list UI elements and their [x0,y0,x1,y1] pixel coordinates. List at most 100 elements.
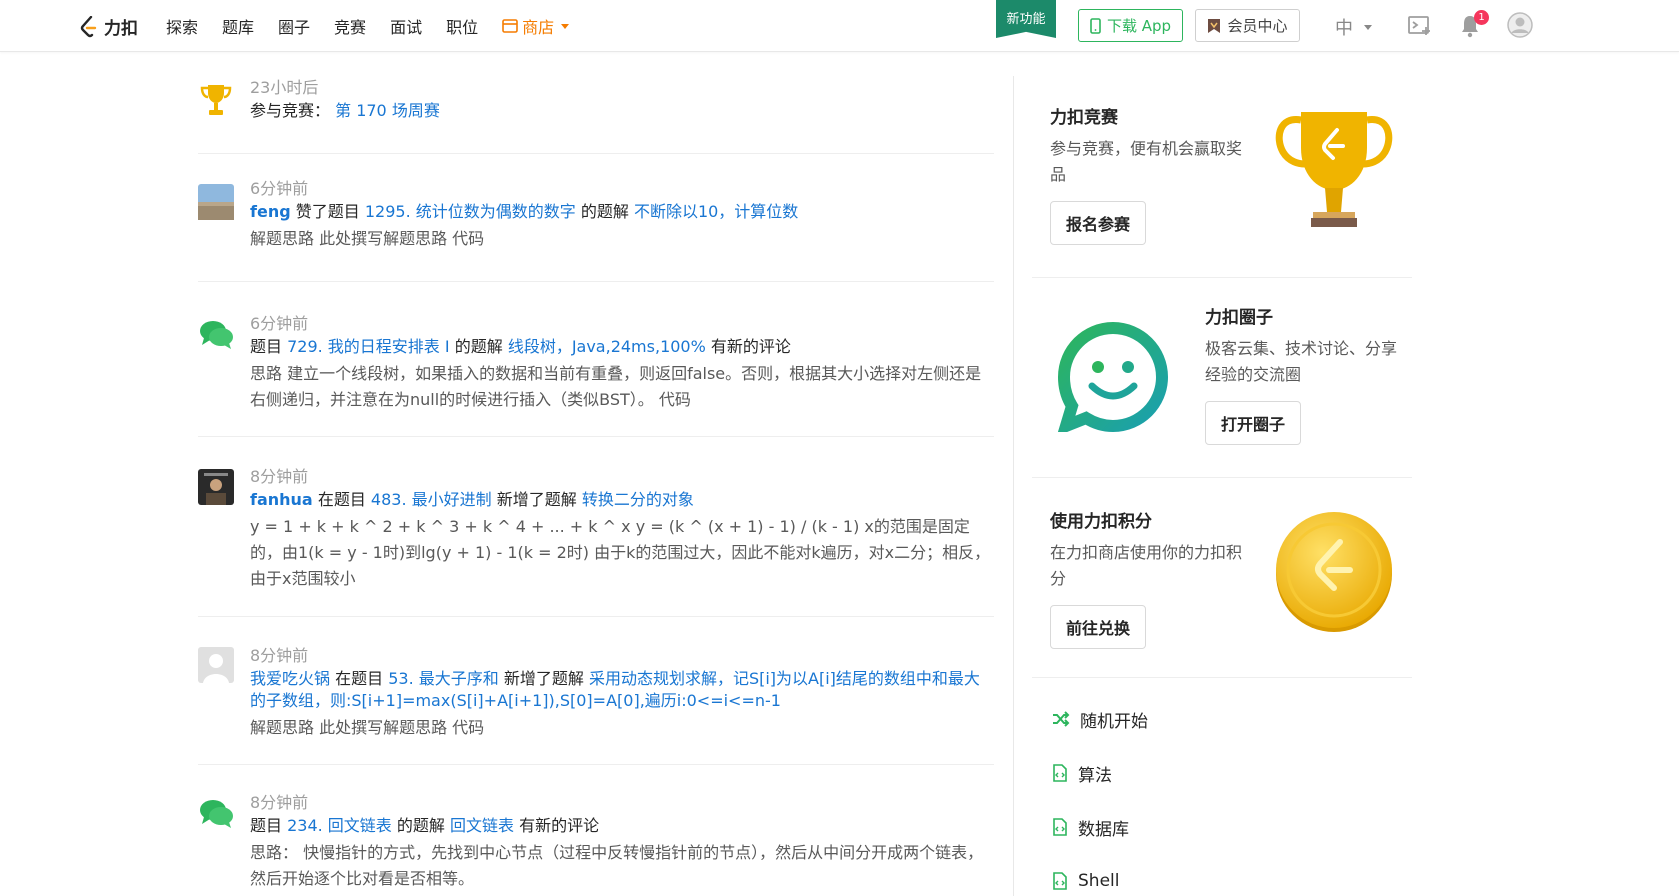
language-selector[interactable]: 中 [1335,14,1372,40]
user-link[interactable]: fanhua [250,490,313,509]
redeem-points-button[interactable]: 前往兑换 [1050,605,1147,649]
nav-contest[interactable]: 竞赛 [334,14,366,38]
vip-center-button[interactable]: 会员中心 [1195,9,1300,42]
trophy-icon [200,85,232,115]
vip-center-label: 会员中心 [1227,17,1288,35]
feed-time: 8分钟前 [250,646,309,665]
feed-description: 思路 建立一个线段树，如果插入的数据和当前有重叠，则返回false。否则，根据其… [250,364,982,409]
points-card-title: 使用力扣积分 [1050,512,1152,532]
user-avatar[interactable] [198,184,234,220]
activity-feed: 23小时后 参与竞赛： 第 170 场周赛 6分钟前 feng 赞了题目 129… [198,76,994,896]
contest-prefix: 参与竞赛： [250,101,331,120]
feed-verb: 在题目 [330,669,389,688]
coin-icon [1276,512,1392,632]
chevron-down-icon [1364,24,1372,30]
problem-link[interactable]: 729. 我的日程安排表 I [287,337,450,356]
new-feature-ribbon[interactable]: 新功能 [996,0,1056,38]
user-link[interactable]: 我爱吃火锅 [250,669,330,688]
feed-verb: 新增了题解 [498,669,589,688]
quick-link-label: 随机开始 [1080,711,1148,732]
feed-description: y = 1 + k + k ^ 2 + k ^ 3 + k ^ 4 + ... … [250,517,991,588]
problem-link[interactable]: 234. 回文链表 [287,816,392,835]
problem-link[interactable]: 483. 最小好进制 [371,490,492,509]
main-nav: 探索 题库 圈子 竞赛 面试 职位 商店 [166,0,593,52]
code-file-icon [1053,872,1067,890]
contest-card-title: 力扣竞赛 [1050,108,1118,128]
circle-card-title: 力扣圈子 [1205,308,1273,328]
feed-verb: 赞了题目 [290,202,365,221]
shuffle-icon [1053,711,1070,727]
feed-item: 8分钟前 我爱吃火锅 在题目 53. 最大子序和 新增了题解 采用动态规划求解，… [198,617,994,765]
feed-item-contest: 23小时后 参与竞赛： 第 170 场周赛 [198,76,994,154]
shell-link[interactable]: Shell [1052,854,1412,896]
feed-text: 题目 234. 回文链表 的题解 回文链表 有新的评论 [250,815,994,837]
quick-link-label: Shell [1078,871,1120,891]
playground-icon[interactable] [1407,14,1433,36]
nav-circle[interactable]: 圈子 [278,14,310,38]
download-app-label: 下载 App [1106,17,1172,35]
feed-verb: 有新的评论 [514,816,600,835]
join-contest-button[interactable]: 报名参赛 [1050,201,1147,245]
contest-card: 力扣竞赛 参与竞赛，便有机会赢取奖品 报名参赛 [1032,76,1412,278]
database-link[interactable]: 数据库 [1052,800,1412,854]
top-navbar: 力扣 探索 题库 圈子 竞赛 面试 职位 商店 新功能 下载 App 会员中心 [0,0,1679,52]
quick-link-label: 算法 [1078,765,1112,786]
chevron-down-icon [561,23,570,29]
feed-verb: 有新的评论 [705,337,791,356]
avatar-icon[interactable] [1507,12,1533,38]
nav-store[interactable]: 商店 [502,14,570,38]
points-card-desc: 在力扣商店使用你的力扣积分 [1050,543,1243,588]
default-avatar[interactable] [198,647,234,683]
quick-links: 随机开始 算法 数据库 Shell [1032,678,1412,896]
feed-verb: 新增了题解 [491,490,582,509]
problem-link[interactable]: 1295. 统计位数为偶数的数字 [365,202,576,221]
feed-text: 题目 729. 我的日程安排表 I 的题解 线段树，Java,24ms,100%… [250,336,994,358]
smiley-chat-icon [1058,322,1168,432]
store-label: 商店 [522,18,555,37]
contest-link[interactable]: 第 170 场周赛 [335,101,440,120]
feed-description: 解题思路 此处撰写解题思路 代码 [250,229,485,248]
points-card: 使用力扣积分 在力扣商店使用你的力扣积分 前往兑换 [1032,478,1412,678]
nav-interview[interactable]: 面试 [390,14,422,38]
trophy-icon [1275,112,1393,227]
solution-link[interactable]: 回文链表 [450,816,514,835]
leetcode-logo-icon [80,15,97,37]
solution-link[interactable]: 线段树，Java,24ms,100% [508,337,706,356]
comment-bubbles-icon [200,800,233,828]
feed-verb: 的题解 [575,202,634,221]
feed-verb: 的题解 [391,816,450,835]
nav-explore[interactable]: 探索 [166,14,198,38]
logo-text: 力扣 [104,19,138,39]
feed-verb: 题目 [250,816,288,835]
user-avatar[interactable] [198,469,234,505]
user-link[interactable]: feng [250,202,291,221]
leetcode-logo[interactable]: 力扣 [80,14,138,39]
random-start-link[interactable]: 随机开始 [1052,692,1412,746]
feed-verb: 的题解 [449,337,508,356]
feed-text: 我爱吃火锅 在题目 53. 最大子序和 新增了题解 采用动态规划求解，记S[i]… [250,668,994,712]
feed-item: 6分钟前 题目 729. 我的日程安排表 I 的题解 线段树，Java,24ms… [198,282,994,437]
feed-item: 6分钟前 feng 赞了题目 1295. 统计位数为偶数的数字 的题解 不断除以… [198,154,994,282]
nav-problems[interactable]: 题库 [222,14,254,38]
problem-link[interactable]: 53. 最大子序和 [388,669,499,688]
language-label: 中 [1335,18,1353,39]
feed-time: 6分钟前 [250,314,309,333]
feed-text: 参与竞赛： 第 170 场周赛 [250,100,994,122]
feed-item: 8分钟前 fanhua 在题目 483. 最小好进制 新增了题解 转换二分的对象… [198,437,994,617]
solution-link[interactable]: 不断除以10，计算位数 [634,202,798,221]
feed-item: 8分钟前 题目 234. 回文链表 的题解 回文链表 有新的评论 思路： 快慢指… [198,765,994,896]
nav-jobs[interactable]: 职位 [446,14,478,38]
feed-description: 解题思路 此处撰写解题思路 代码 [250,718,485,737]
circle-card-desc: 极客云集、技术讨论、分享经验的交流圈 [1205,339,1398,384]
feed-text: fanhua 在题目 483. 最小好进制 新增了题解 转换二分的对象 [250,489,994,511]
feed-time: 23小时后 [250,78,319,97]
feed-text: feng 赞了题目 1295. 统计位数为偶数的数字 的题解 不断除以10，计算… [250,201,994,223]
feed-time: 6分钟前 [250,179,309,198]
sidebar: 力扣竞赛 参与竞赛，便有机会赢取奖品 报名参赛 力扣圈子 极客云集、技术讨论、分… [1032,76,1412,896]
download-app-button[interactable]: 下载 App [1078,9,1183,42]
algorithms-link[interactable]: 算法 [1052,746,1412,800]
solution-link[interactable]: 转换二分的对象 [582,490,694,509]
code-file-icon [1053,818,1067,836]
open-circle-button[interactable]: 打开圈子 [1205,401,1302,445]
notification-badge: 1 [1474,10,1489,25]
